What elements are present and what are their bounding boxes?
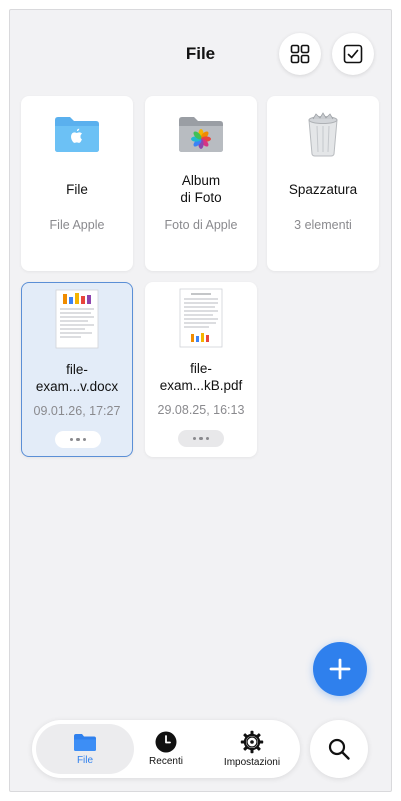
blue-folder-icon — [55, 117, 99, 152]
item-name: file- exam...kB.pdf — [159, 361, 243, 393]
checkbox-icon — [343, 44, 363, 64]
item-name: file- exam...v.docx — [35, 362, 119, 394]
plus-icon — [329, 658, 351, 680]
item-subtitle: 3 elementi — [294, 218, 352, 232]
item-subtitle: File Apple — [49, 218, 105, 232]
tab-file[interactable]: File — [36, 724, 134, 774]
gear-icon — [240, 730, 264, 754]
select-button[interactable] — [332, 33, 374, 75]
clock-icon — [155, 731, 177, 753]
tab-label: Recenti — [149, 756, 183, 767]
photos-folder-icon — [179, 117, 223, 152]
file-card-docx[interactable]: file- exam...v.docx 09.01.26, 17:27 — [21, 282, 133, 457]
tab-impostazioni[interactable]: Impostazioni — [210, 724, 294, 774]
more-options-button[interactable] — [178, 430, 224, 447]
item-subtitle: 09.01.26, 17:27 — [33, 404, 121, 418]
trash-icon — [308, 112, 338, 157]
item-subtitle: Foto di Apple — [164, 218, 238, 232]
more-options-button[interactable] — [55, 431, 101, 448]
tab-bar: File Recenti Impostazioni — [32, 720, 300, 778]
search-button[interactable] — [310, 720, 368, 778]
tab-label: Impostazioni — [223, 757, 281, 768]
location-card-file[interactable]: File File Apple — [21, 96, 133, 271]
item-subtitle: 29.08.25, 16:13 — [157, 403, 245, 417]
grid-view-button[interactable] — [279, 33, 321, 75]
pdf-thumbnail — [179, 288, 223, 348]
tab-recenti[interactable]: Recenti — [136, 724, 196, 774]
docx-thumbnail — [55, 289, 99, 349]
item-name: File — [66, 182, 88, 197]
ellipsis-icon — [192, 436, 197, 441]
folder-icon — [74, 733, 96, 751]
ellipsis-icon — [69, 437, 74, 442]
app-frame: File File File Apple Album di Foto Foto … — [9, 9, 392, 792]
location-card-photos[interactable]: Album di Foto Foto di Apple — [145, 96, 257, 271]
grid-icon — [290, 44, 310, 64]
location-card-trash[interactable]: Spazzatura 3 elementi — [267, 96, 379, 271]
tab-label: File — [76, 754, 94, 766]
search-icon — [328, 738, 350, 760]
item-name: Album di Foto — [180, 173, 222, 205]
file-card-pdf[interactable]: file- exam...kB.pdf 29.08.25, 16:13 — [145, 282, 257, 457]
add-button[interactable] — [313, 642, 367, 696]
item-name: Spazzatura — [288, 182, 358, 197]
